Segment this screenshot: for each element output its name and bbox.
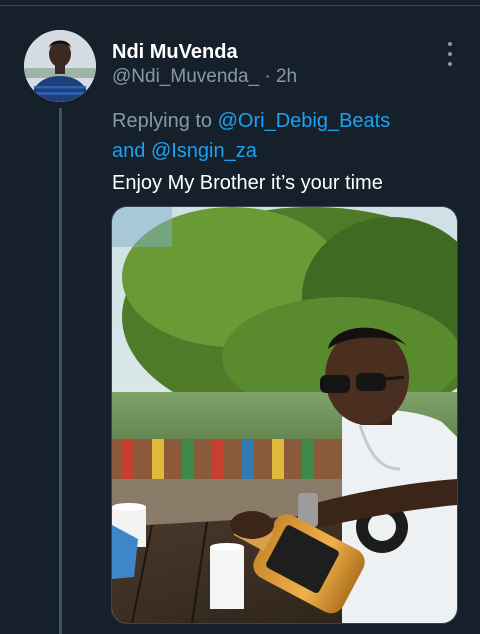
mention-link[interactable]: @Ori_Debig_Beats	[218, 110, 391, 132]
replying-prefix: Replying to	[112, 110, 213, 132]
tweet-photo[interactable]	[111, 206, 458, 624]
avatar[interactable]	[24, 30, 96, 102]
tweet-time[interactable]: 2h	[276, 66, 297, 87]
author-handle[interactable]: @Ndi_Muvenda_	[112, 66, 259, 87]
meta-separator: ·	[264, 66, 271, 87]
replying-to-continued: and @Isngin_za	[112, 137, 457, 165]
top-divider	[0, 5, 480, 6]
tweet-text: Enjoy My Brother it’s your time	[112, 172, 383, 194]
author-name[interactable]: Ndi MuVenda	[112, 40, 238, 64]
mention-link[interactable]: @Isngin_za	[151, 140, 257, 162]
more-vertical-icon[interactable]	[441, 42, 459, 66]
replying-to: Replying to @Ori_Debig_Beats	[112, 107, 457, 135]
thread-line	[59, 108, 62, 634]
avatar-photo	[24, 30, 96, 102]
reply-conjunction: and	[112, 140, 146, 162]
photo-image	[112, 207, 457, 623]
author-meta: @Ndi_Muvenda_ · 2h	[112, 66, 297, 88]
